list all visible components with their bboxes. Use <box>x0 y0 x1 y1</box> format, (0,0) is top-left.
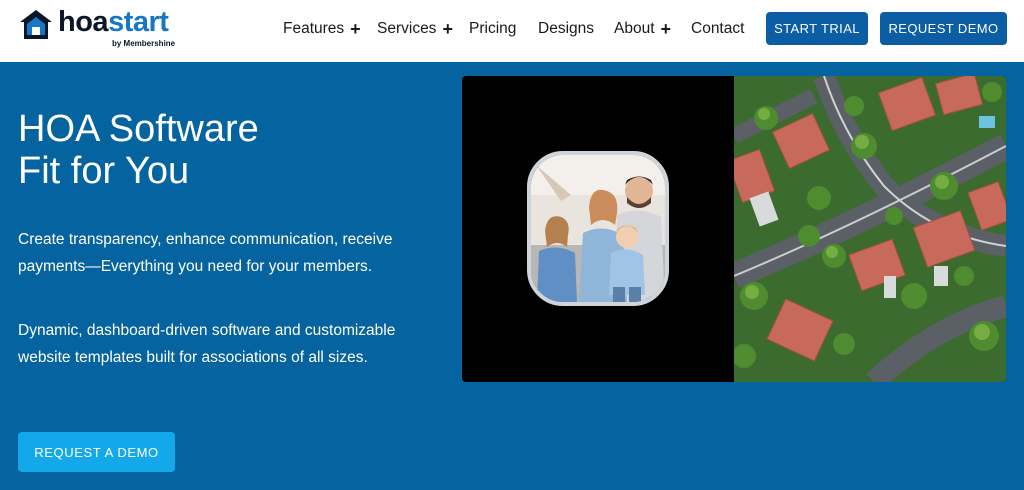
plus-icon: + <box>660 19 672 39</box>
family-photo <box>527 151 669 306</box>
hero-title: HOA Software Fit for You <box>18 108 438 192</box>
brand-name: hoastart <box>58 6 169 39</box>
aerial-illustration <box>726 76 1006 382</box>
nav-item-services[interactable]: Services + <box>377 19 453 39</box>
nav-item-label: Services <box>377 20 437 37</box>
brand-tagline: by Membershine <box>112 39 176 48</box>
nav-item-label: Features <box>283 20 345 37</box>
brand-name-part1: hoa <box>58 6 109 38</box>
family-illustration <box>531 155 665 302</box>
nav-item-about[interactable]: About + <box>614 19 671 39</box>
hero-media <box>462 76 1006 382</box>
nav-item-label: About <box>614 20 655 37</box>
nav-item-label: Contact <box>691 20 745 37</box>
neighborhood-aerial-photo <box>726 76 1006 382</box>
plus-icon: + <box>350 19 361 39</box>
hero-description-2: Dynamic, dashboard-driven software and c… <box>18 322 396 366</box>
site-header: hoastart by Membershine Features + Servi… <box>0 0 1024 62</box>
hero-title-line2: Fit for You <box>18 150 190 192</box>
house-icon <box>20 10 52 39</box>
hero-description-1: Create transparency, enhance communicati… <box>18 231 393 275</box>
nav-item-features[interactable]: Features + <box>283 19 361 39</box>
plus-icon: + <box>442 19 453 39</box>
nav-item-label: Designs <box>538 20 594 37</box>
nav-item-designs[interactable]: Designs <box>538 19 594 39</box>
start-trial-button[interactable]: START TRIAL <box>766 12 868 45</box>
nav-item-contact[interactable]: Contact <box>691 19 744 39</box>
nav-item-label: Pricing <box>469 20 517 37</box>
nav-item-pricing[interactable]: Pricing <box>469 19 516 39</box>
hoastart-logo[interactable]: hoastart by Membershine <box>18 6 188 52</box>
brand-name-part2: start <box>108 6 169 38</box>
request-a-demo-button[interactable]: REQUEST A DEMO <box>18 432 175 472</box>
hero-title-line1: HOA Software <box>18 108 259 150</box>
request-demo-button[interactable]: REQUEST DEMO <box>880 12 1007 45</box>
